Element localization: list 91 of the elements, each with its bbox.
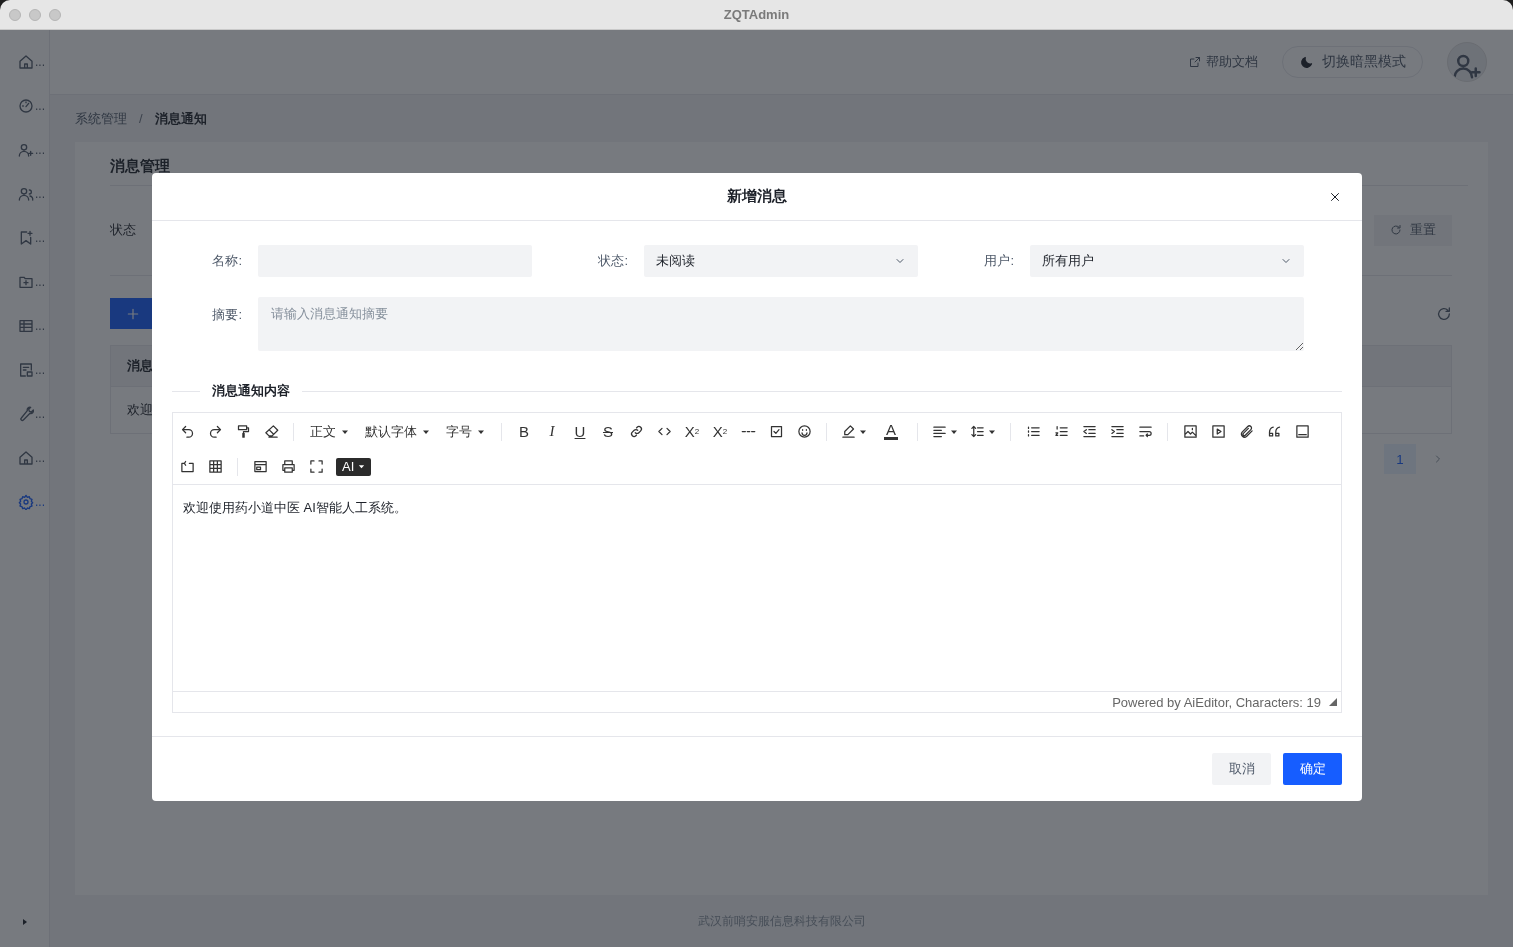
external-link-icon — [1189, 56, 1201, 68]
theme-toggle-button[interactable]: 切换暗黑模式 — [1282, 46, 1423, 78]
align-left-icon[interactable] — [932, 424, 947, 439]
caret-icon[interactable] — [358, 463, 366, 470]
field-label: 名称: — [211, 252, 242, 270]
font-color-button[interactable]: A — [877, 417, 905, 446]
panel-icon[interactable] — [1294, 424, 1310, 439]
help-link[interactable]: 帮助文档 — [1189, 53, 1258, 71]
paperclip-icon[interactable] — [1238, 424, 1254, 439]
sidebar-item[interactable]: ... — [0, 216, 49, 260]
line-height-icon[interactable] — [970, 424, 985, 439]
link-icon[interactable] — [628, 424, 644, 439]
breadcrumb-item: 消息通知 — [154, 109, 207, 128]
outdent-icon[interactable] — [1081, 424, 1097, 439]
user-add-icon — [18, 142, 34, 158]
fullscreen-icon[interactable] — [308, 459, 324, 474]
select-field[interactable]: 未阅读 — [644, 245, 918, 277]
sidebar-item[interactable]: ... — [0, 348, 49, 392]
ai-menu-button[interactable]: AI — [336, 457, 372, 476]
field-label: 用户: — [983, 252, 1014, 270]
checkbox-icon[interactable] — [768, 424, 784, 439]
page-button[interactable]: 1 — [1384, 444, 1416, 474]
sidebar-item[interactable]: ... — [0, 436, 49, 480]
card-title: 消息管理 — [110, 157, 170, 176]
video-icon[interactable] — [1210, 424, 1226, 439]
text-wrap-icon[interactable] — [1137, 424, 1153, 439]
eraser-icon[interactable] — [263, 424, 279, 439]
users-icon — [18, 186, 34, 202]
select-field[interactable]: 所有用户 — [1030, 245, 1304, 277]
filter-label: 状态 — [110, 221, 136, 239]
expand-sidebar-icon[interactable] — [21, 918, 29, 926]
wrench-icon — [18, 406, 34, 422]
settings-icon — [18, 494, 34, 510]
bold-button[interactable]: B — [510, 417, 538, 446]
form-icon — [18, 362, 34, 378]
sidebar-item[interactable]: ... — [0, 480, 49, 524]
sidebar-item[interactable]: ... — [0, 304, 49, 348]
cancel-button[interactable]: 取消 — [1212, 753, 1271, 785]
home-icon — [18, 450, 34, 466]
undo-icon[interactable] — [179, 424, 195, 439]
bookmark-icon — [18, 230, 34, 246]
smiley-icon[interactable] — [796, 424, 812, 439]
quote-icon[interactable] — [1266, 424, 1282, 439]
strike-button[interactable]: S — [594, 417, 622, 446]
field-label: 状态: — [597, 252, 628, 270]
confirm-button[interactable]: 确定 — [1283, 753, 1342, 785]
refresh-icon[interactable] — [1436, 305, 1452, 322]
numbered-list-icon[interactable] — [1053, 424, 1069, 439]
paint-roller-icon[interactable] — [235, 424, 251, 439]
table-icon[interactable] — [207, 459, 223, 474]
avatar[interactable] — [1447, 42, 1487, 82]
bullet-list-icon[interactable] — [1025, 424, 1041, 439]
superscript-button[interactable]: X$^{2}$ — [706, 417, 734, 446]
field-label: 摘要: — [211, 306, 242, 324]
dialog-title: 新增消息 — [727, 187, 787, 206]
highlighter-icon[interactable] — [841, 424, 856, 439]
editor-text: 欢迎使用药小道中医 AI智能人工系统。 — [183, 499, 408, 516]
section-title: 消息通知内容 — [212, 382, 290, 400]
sidebar-item[interactable]: ... — [0, 84, 49, 128]
moon-icon — [1299, 54, 1314, 70]
table-icon — [18, 318, 34, 334]
paragraph-style-dropdown[interactable]: 正文 — [302, 417, 357, 446]
italic-button[interactable]: I — [538, 417, 566, 446]
sidebar-item[interactable]: ... — [0, 260, 49, 304]
window-icon[interactable] — [252, 459, 268, 474]
sidebar-item[interactable]: ... — [0, 172, 49, 216]
indent-icon[interactable] — [1109, 424, 1125, 439]
breadcrumb-separator: / — [139, 111, 143, 126]
redo-icon[interactable] — [207, 424, 223, 439]
resize-handle-icon[interactable] — [1329, 698, 1337, 706]
breadcrumb-item[interactable]: 系统管理 — [75, 109, 127, 128]
sidebar-item[interactable]: ... — [0, 128, 49, 172]
folder-add-icon — [18, 274, 34, 290]
refresh-icon — [1390, 224, 1402, 236]
font-family-dropdown[interactable]: 默认字体 — [357, 417, 438, 446]
table-cell: 欢迎 — [127, 401, 153, 419]
gauge-icon — [18, 98, 34, 114]
summary-field[interactable]: 请输入消息通知摘要 — [258, 297, 1304, 351]
sidebar-item[interactable]: ... — [0, 40, 49, 84]
plus-icon — [126, 306, 140, 321]
column-header: 消息 — [127, 357, 153, 375]
underline-button[interactable]: U — [566, 417, 594, 446]
home-icon — [18, 54, 34, 70]
reset-button[interactable]: 重置 — [1374, 214, 1452, 246]
editor-status-text: Powered by AiEditor, Characters: 19 — [1112, 694, 1321, 710]
font-size-dropdown[interactable]: 字号 — [438, 417, 493, 446]
image-icon[interactable] — [1182, 424, 1198, 439]
sidebar-item[interactable]: ... — [0, 392, 49, 436]
print-icon[interactable] — [280, 459, 296, 474]
close-icon[interactable] — [1329, 191, 1341, 203]
window-title: ZQTAdmin — [723, 7, 790, 22]
